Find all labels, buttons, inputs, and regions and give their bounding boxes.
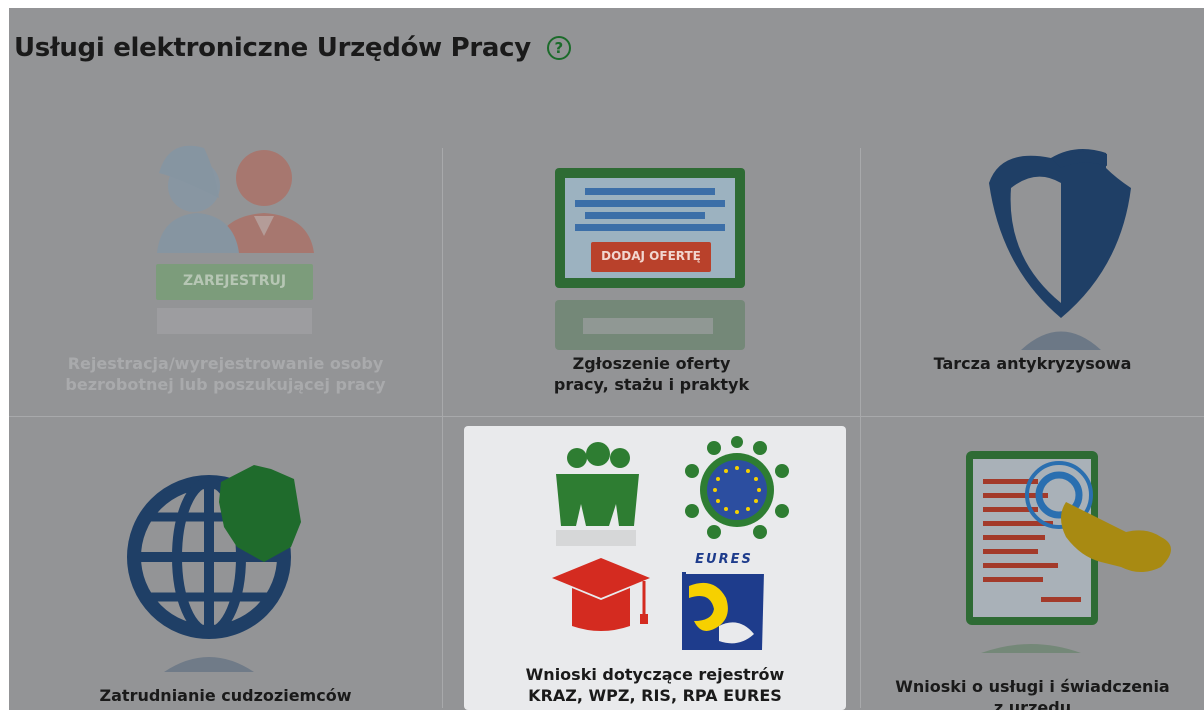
tile-label-line1: Tarcza antykryzysowa [933, 354, 1132, 373]
page-header: Usługi elektroniczne Urzędów Pracy ? [9, 8, 1204, 88]
tile-foreigners[interactable]: Zatrudnianie cudzoziemców [9, 417, 442, 710]
tile-label-line1: Wnioski o usługi i świadczenia [895, 677, 1170, 696]
tile-crisis-shield[interactable]: Tarcza antykryzysowa [861, 88, 1204, 416]
tile-job-offer[interactable]: DODAJ OFERTĘ Zgłoszenie oferty pracy, st… [443, 88, 860, 416]
tile-registers[interactable]: EURES Wnioski dotyczące rejestrów KRAZ, … [464, 426, 846, 710]
tile-label-line2: bezrobotnej lub poszukującej pracy [65, 375, 386, 394]
tile-label-line2: pracy, stażu i praktyk [553, 375, 750, 394]
eures-text: EURES [695, 552, 753, 567]
tile-label-line1: Wnioski dotyczące rejestrów [525, 665, 785, 684]
register-badge-text: ZAREJESTRUJ [182, 273, 287, 289]
tile-label-line1: Rejestracja/wyrejestrowanie osoby [67, 354, 384, 373]
tile-label-line1: Zgłoszenie oferty [572, 354, 731, 373]
add-offer-badge-text: DODAJ OFERTĘ [601, 249, 701, 263]
tile-label-line2: KRAZ, WPZ, RIS, RPA EURES [528, 686, 782, 705]
globe-icon [127, 465, 301, 672]
page-title: Usługi elektroniczne Urzędów Pracy [14, 33, 531, 63]
document-touch-icon [966, 451, 1171, 653]
tile-label-line1: Zatrudnianie cudzoziemców [99, 686, 352, 705]
help-icon[interactable]: ? [546, 36, 571, 60]
tile-label-line2: z urzędu [993, 698, 1072, 710]
tile-services-requests[interactable]: Wnioski o usługi i świadczenia z urzędu [861, 417, 1204, 710]
services-panel: Usługi elektroniczne Urzędów Pracy ? ZAR… [9, 8, 1204, 710]
tile-registration[interactable]: ZAREJESTRUJ Rejestracja/wyrejestrowanie … [9, 88, 442, 416]
